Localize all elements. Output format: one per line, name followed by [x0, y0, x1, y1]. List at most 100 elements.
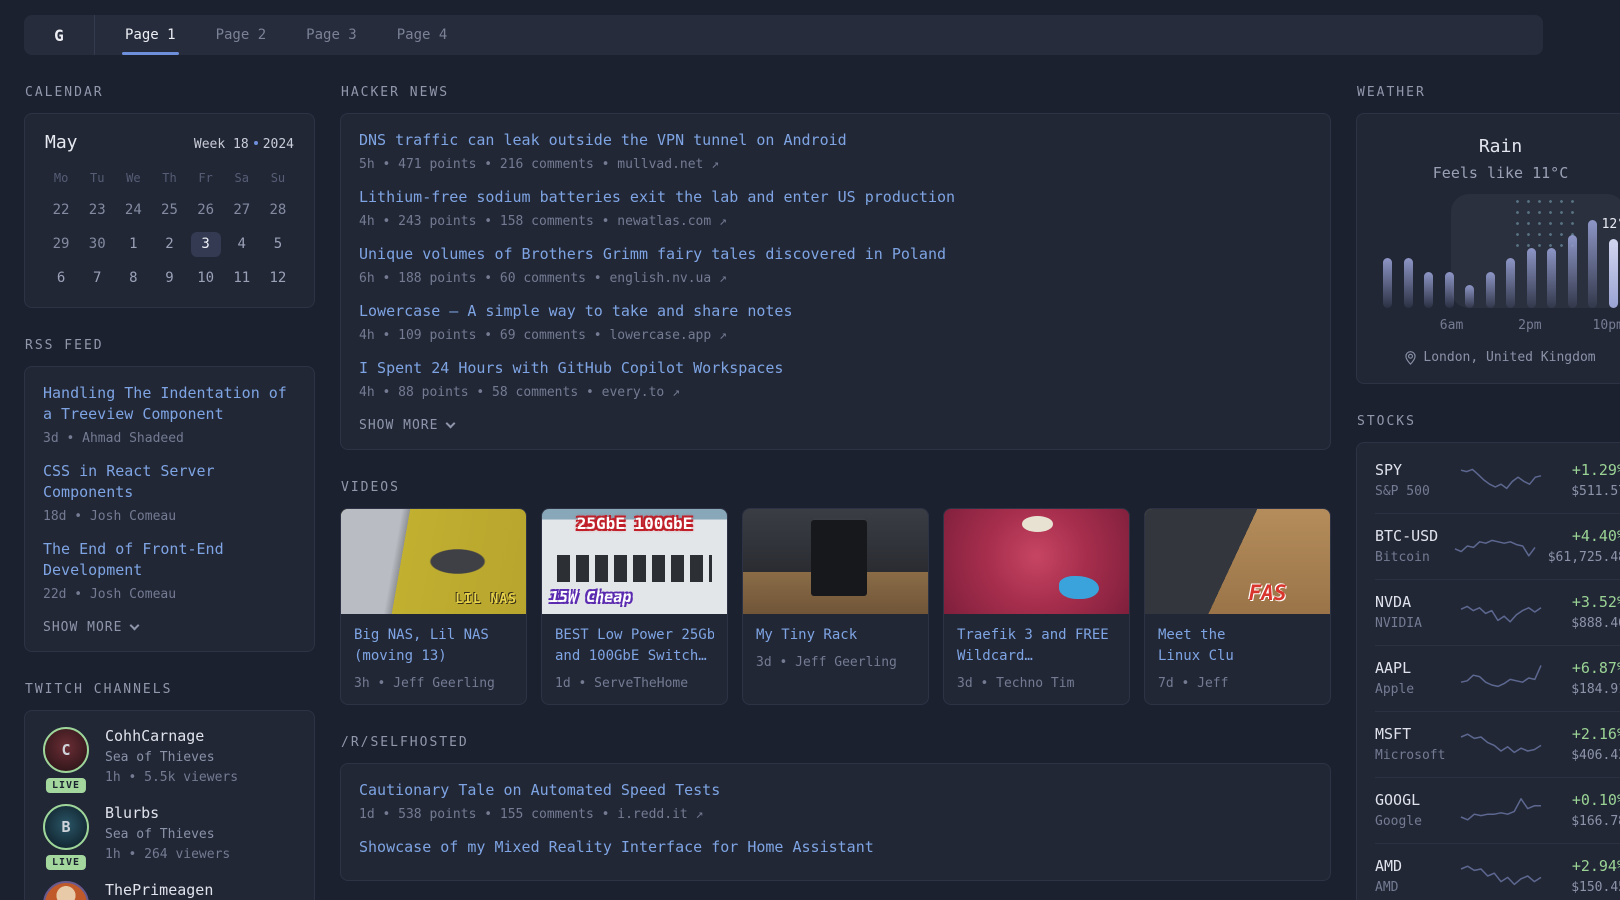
chevron-down-icon [446, 419, 456, 429]
stock-row[interactable]: NVDANVIDIA+3.52%$888.40 [1375, 579, 1620, 645]
video-title[interactable]: Meet the [1158, 625, 1317, 646]
video-thumbnail[interactable]: 25GbE 100GbE 15W Cheap [542, 509, 727, 614]
calendar-section-title: CALENDAR [25, 85, 315, 100]
tab-page-3[interactable]: Page 3 [306, 15, 357, 55]
reddit-item-meta: 1d • 538 points • 155 comments • i.redd.… [359, 807, 1312, 822]
video-thumbnail[interactable] [944, 509, 1129, 614]
thumbnail-text: 25GbE 100GbE [542, 514, 727, 533]
tab-page-2[interactable]: Page 2 [216, 15, 267, 55]
video-title[interactable]: My Tiny Rack [756, 625, 915, 646]
hn-item: Unique volumes of Brothers Grimm fairy t… [359, 244, 1312, 286]
reddit-item: Cautionary Tale on Automated Speed Tests… [359, 780, 1312, 822]
stock-change: +0.10% [1554, 791, 1620, 809]
hn-item: I Spent 24 Hours with GitHub Copilot Wor… [359, 358, 1312, 400]
middle-column: HACKER NEWS DNS traffic can leak outside… [340, 85, 1331, 881]
video-title[interactable]: BEST Low Power 25GbE [555, 625, 714, 646]
weather-time-ticks: 6am2pm10pm [1383, 318, 1618, 334]
video-thumbnail[interactable] [743, 509, 928, 614]
stock-price: $184.91 [1554, 682, 1620, 697]
stock-row[interactable]: AAPLApple+6.87%$184.91 [1375, 645, 1620, 711]
video-title[interactable]: Traefik 3 and FREE [957, 625, 1116, 646]
weather-temp-bar [1568, 235, 1577, 308]
calendar-day: 29 [43, 232, 79, 257]
reddit-item-link[interactable]: Cautionary Tale on Automated Speed Tests [359, 780, 1312, 801]
calendar-weekday: Su [260, 171, 296, 189]
hn-item-link[interactable]: Unique volumes of Brothers Grimm fairy t… [359, 244, 1312, 265]
video-card[interactable]: FAS Meet the Linux Clu 7d • Jeff [1144, 508, 1331, 705]
video-title[interactable]: Wildcard… [957, 646, 1116, 667]
reddit-item-link[interactable]: Showcase of my Mixed Reality Interface f… [359, 837, 1312, 858]
channel-name[interactable]: ThePrimeagen [105, 881, 213, 899]
tab-page-4[interactable]: Page 4 [397, 15, 448, 55]
hn-item-link[interactable]: DNS traffic can leak outside the VPN tun… [359, 130, 1312, 151]
video-thumbnail[interactable]: LIL NAS [341, 509, 526, 614]
calendar-month: May [45, 132, 78, 153]
video-card[interactable]: Traefik 3 and FREE Wildcard… 3d • Techno… [943, 508, 1130, 705]
twitch-channel-row[interactable]: B LIVE Blurbs Sea of Thieves 1h • 264 vi… [43, 804, 296, 862]
stock-row[interactable]: BTC-USDBitcoin+4.40%$61,725.48 [1375, 513, 1620, 579]
stock-row[interactable]: MSFTMicrosoft+2.16%$406.43 [1375, 711, 1620, 777]
channel-avatar: C [43, 727, 89, 773]
twitch-avatar-wrap: C LIVE [43, 727, 89, 785]
calendar-day: 22 [43, 198, 79, 223]
left-column: CALENDAR May Week 182024 MoTuWeThFrSaSu2… [24, 85, 315, 900]
channel-game: Sea of Thieves [105, 750, 238, 765]
channel-meta: 1h • 264 viewers [105, 847, 230, 862]
thumbnail-text: FAS [1249, 581, 1287, 605]
stock-row[interactable]: AMDAMD+2.94%$150.45 [1375, 843, 1620, 900]
rss-item-link[interactable]: CSS in React Server Components [43, 461, 296, 503]
hn-item-link[interactable]: Lowercase – A simple way to take and sha… [359, 301, 1312, 322]
stock-row[interactable]: GOOGLGoogle+0.10%$166.78 [1375, 777, 1620, 843]
stock-sparkline [1452, 529, 1538, 563]
tab-page-1[interactable]: Page 1 [125, 15, 176, 55]
right-column: WEATHER Rain Feels like 11°C 12° 6am2pm1… [1356, 85, 1620, 900]
video-title[interactable]: and 100GbE Switch… [555, 646, 714, 667]
channel-name[interactable]: Blurbs [105, 804, 230, 822]
calendar-week: Week 18 [194, 137, 249, 152]
weather-tick-label: 6am [1440, 318, 1463, 333]
hn-item-link[interactable]: Lithium-free sodium batteries exit the l… [359, 187, 1312, 208]
rss-item-link[interactable]: The End of Front-End Development [43, 539, 296, 581]
app-logo[interactable]: G [24, 15, 94, 55]
calendar-weekday: Th [151, 171, 187, 189]
weather-tick-label: 2pm [1518, 318, 1541, 333]
stock-change: +4.40% [1548, 527, 1620, 545]
weather-temp-bar [1527, 248, 1536, 308]
calendar-day: 7 [79, 266, 115, 291]
calendar-weekday: Tu [79, 171, 115, 189]
video-card[interactable]: 25GbE 100GbE 15W Cheap BEST Low Power 25… [541, 508, 728, 705]
hn-item-link[interactable]: I Spent 24 Hours with GitHub Copilot Wor… [359, 358, 1312, 379]
stock-row[interactable]: SPYS&P 500+1.29%$511.57 [1375, 448, 1620, 513]
video-title[interactable]: Big NAS, Lil NAS [354, 625, 513, 646]
video-title[interactable]: Linux Clu [1158, 646, 1317, 667]
hn-item: Lithium-free sodium batteries exit the l… [359, 187, 1312, 229]
channel-meta: 1h • 5.5k viewers [105, 770, 238, 785]
calendar-day: 28 [260, 198, 296, 223]
reddit-section-title: /R/SELFHOSTED [341, 735, 1331, 750]
rss-item-link[interactable]: Handling The Indentation of a Treeview C… [43, 383, 296, 425]
rss-item-meta: 18d • Josh Comeau [43, 509, 296, 524]
calendar-day: 9 [151, 266, 187, 291]
show-more-label: SHOW MORE [359, 418, 438, 433]
stock-sparkline [1458, 661, 1544, 695]
video-card[interactable]: LIL NAS Big NAS, Lil NAS (moving 13) 3h … [340, 508, 527, 705]
stock-price: $511.57 [1554, 484, 1620, 499]
video-thumbnail[interactable]: FAS [1145, 509, 1330, 614]
channel-name[interactable]: CohhCarnage [105, 727, 238, 745]
stock-sparkline [1458, 793, 1544, 827]
live-badge: LIVE [46, 855, 86, 870]
hn-show-more-button[interactable]: SHOW MORE [359, 418, 454, 433]
calendar-day: 30 [79, 232, 115, 257]
video-title[interactable]: (moving 13) [354, 646, 513, 667]
stock-ticker: NVDA [1375, 593, 1448, 611]
rss-show-more-button[interactable]: SHOW MORE [43, 620, 138, 635]
twitch-channel-row[interactable]: C LIVE CohhCarnage Sea of Thieves 1h • 5… [43, 727, 296, 785]
hackernews-section-title: HACKER NEWS [341, 85, 1331, 100]
weather-temp-bar [1383, 258, 1392, 308]
hn-item-meta: 4h • 243 points • 158 comments • newatla… [359, 214, 1312, 229]
twitch-avatar-wrap [43, 881, 89, 900]
twitch-channel-row[interactable]: ThePrimeagen [43, 881, 296, 900]
hn-item: DNS traffic can leak outside the VPN tun… [359, 130, 1312, 172]
calendar-day: 24 [115, 198, 151, 223]
video-card[interactable]: My Tiny Rack 3d • Jeff Geerling [742, 508, 929, 705]
